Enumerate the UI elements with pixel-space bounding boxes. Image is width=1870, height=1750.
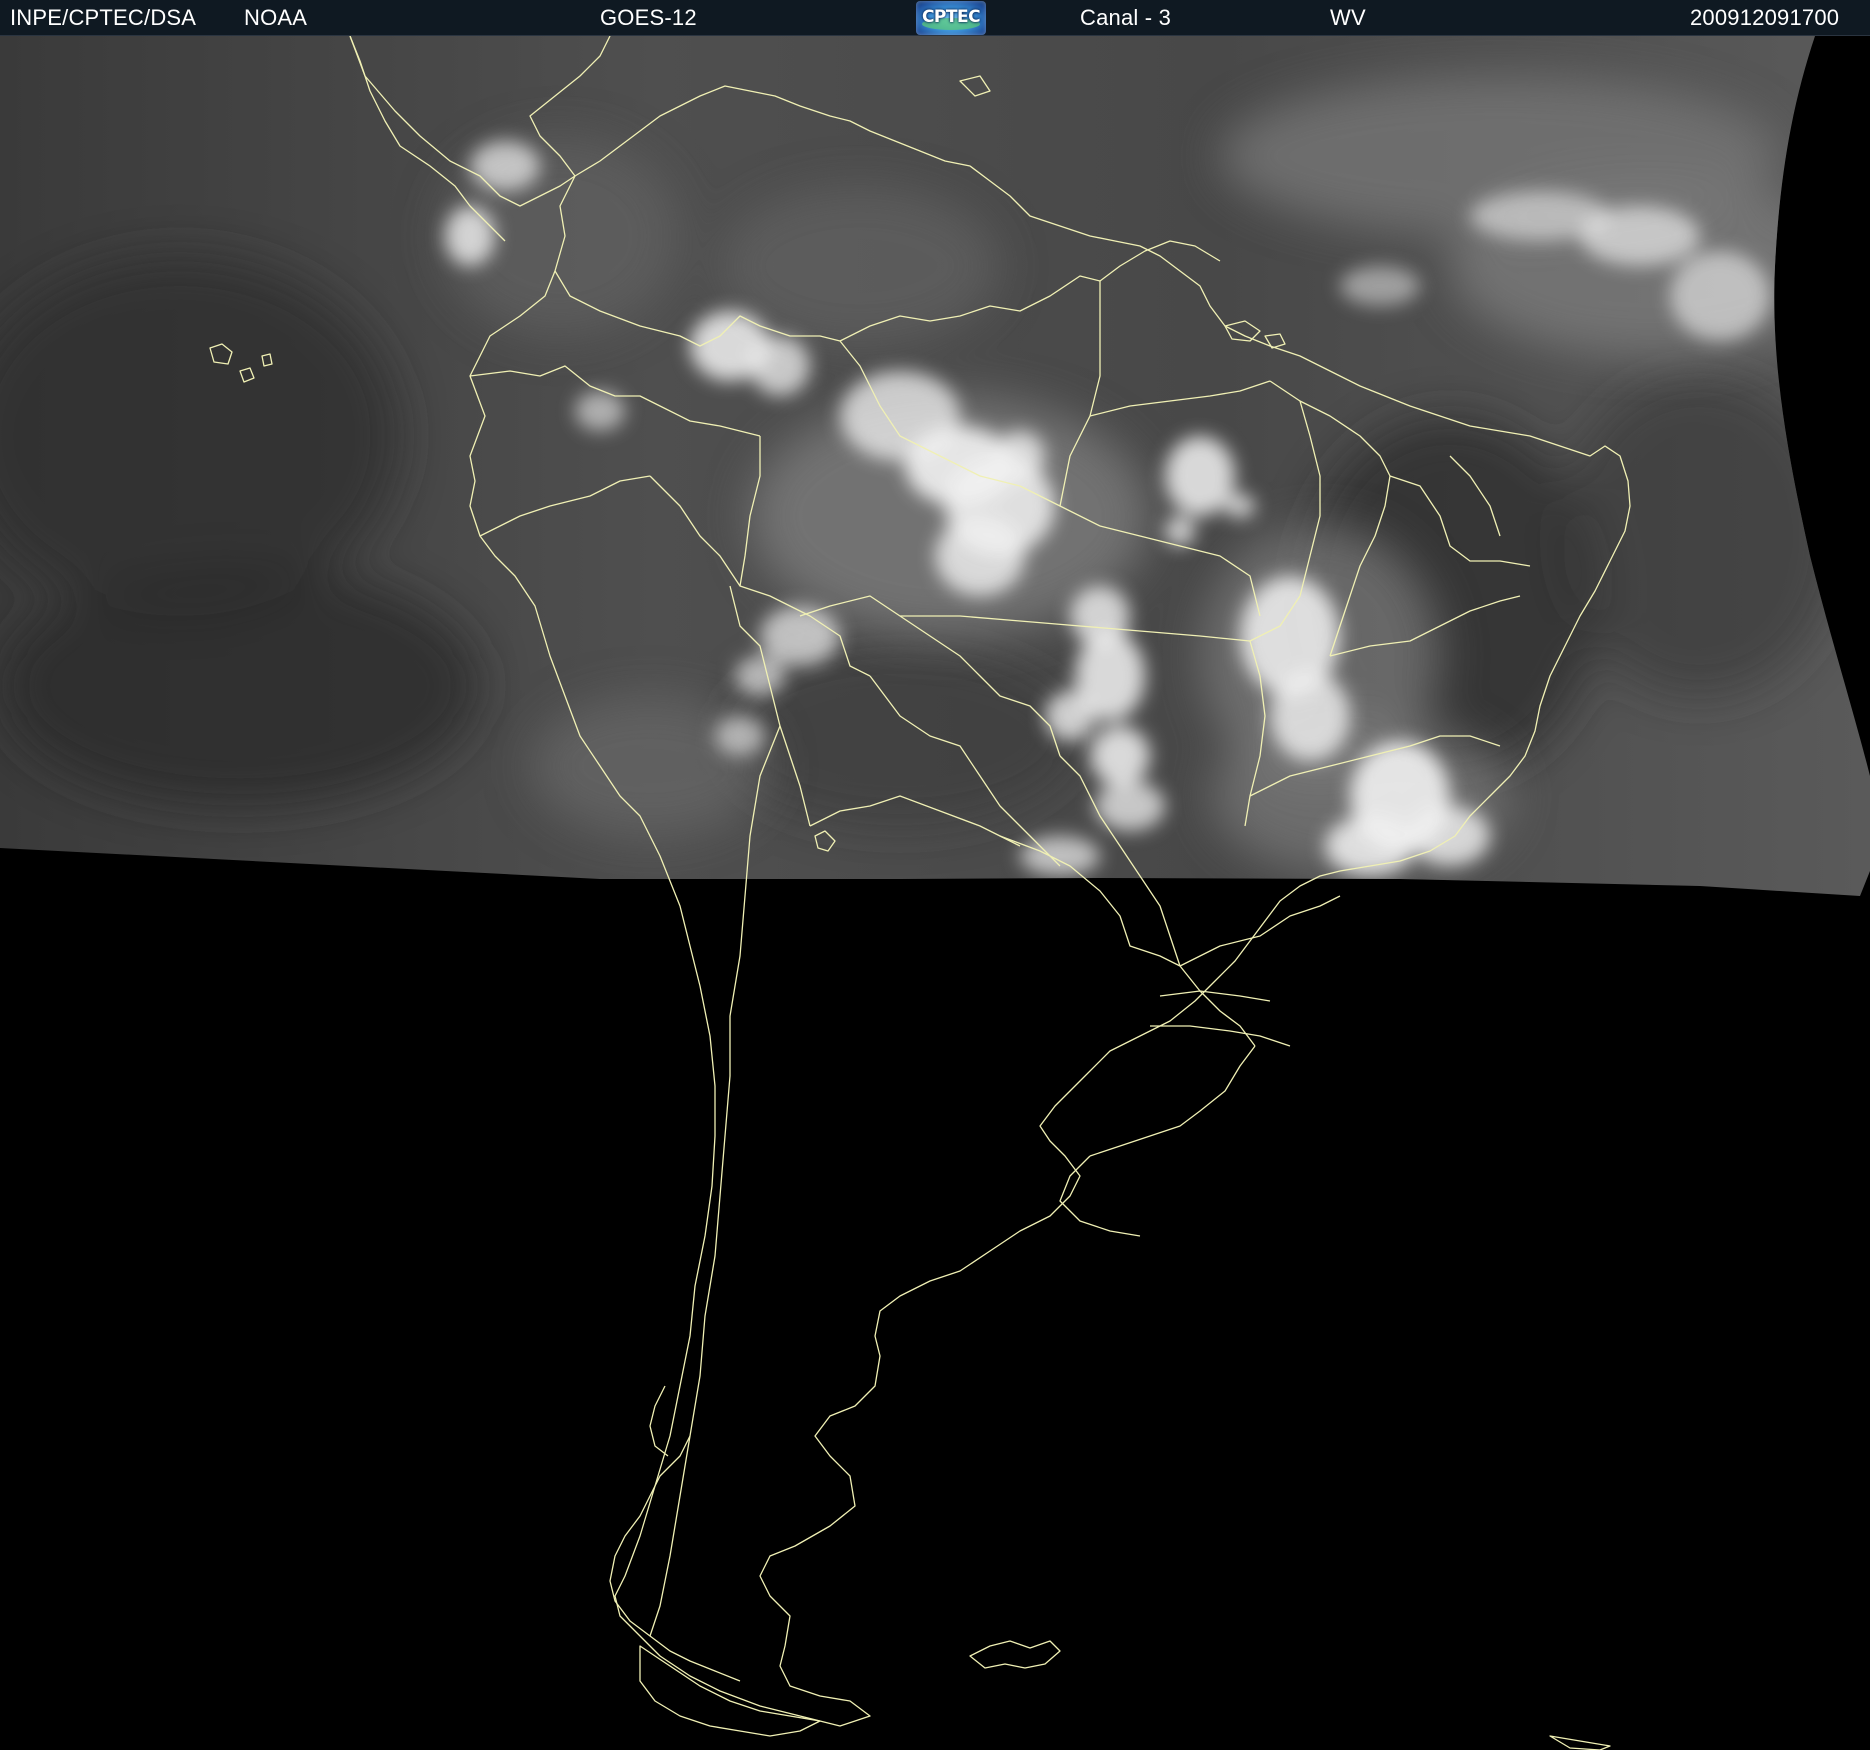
satellite-label: GOES-12 (600, 5, 697, 30)
agency-label: NOAA (244, 5, 308, 30)
coastline-tierra-del-fuego (639, 1645, 821, 1737)
border-brazil-states-sp (1179, 895, 1341, 967)
institution-label: INPE/CPTEC/DSA (10, 5, 197, 30)
coastline-chiloe (649, 1385, 669, 1457)
channel-label: Canal - 3 (1080, 5, 1172, 30)
header-bar: INPE/CPTEC/DSA NOAA GOES-12 CPTEC Canal … (0, 0, 1870, 36)
timestamp-label: 200912091700 (1690, 5, 1840, 30)
cptec-logo: CPTEC (916, 1, 986, 35)
coastline-chile-fjords (609, 1435, 741, 1682)
satellite-map (0, 36, 1870, 1750)
border-uruguay (1089, 1045, 1256, 1157)
border-brazil-states-santa-catarina (1159, 990, 1271, 1002)
coastline-south-georgia (1549, 1735, 1611, 1750)
border-brazil-states-parana (1150, 1025, 1291, 1047)
border-uruguay-south (1059, 1155, 1141, 1237)
water-vapor-imagery (0, 36, 1870, 896)
coastline-falklands (969, 1640, 1061, 1669)
map-svg (0, 36, 1870, 1750)
band-label: WV (1330, 5, 1366, 30)
logo-text: CPTEC (921, 7, 981, 27)
